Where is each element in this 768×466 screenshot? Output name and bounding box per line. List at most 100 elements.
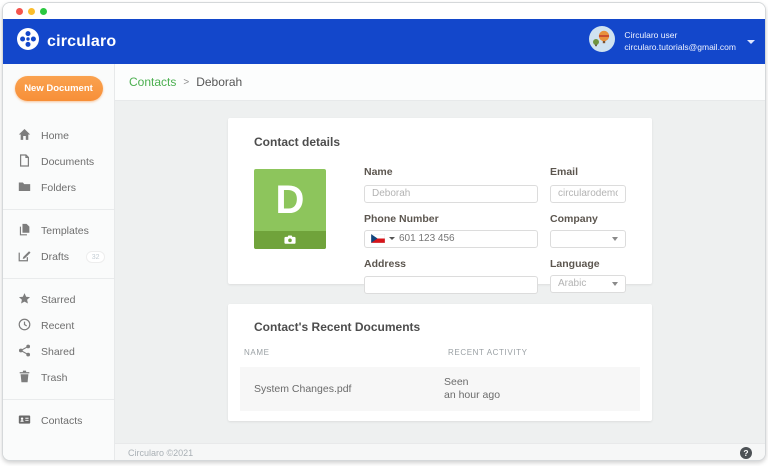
contact-details-title: Contact details [254, 135, 626, 149]
language-select[interactable]: Arabic [550, 275, 626, 293]
phone-label: Phone Number [364, 213, 538, 225]
sidebar-divider [3, 209, 114, 210]
new-document-button[interactable]: New Document [15, 76, 103, 101]
phone-field[interactable] [364, 230, 538, 248]
column-header-recent-activity: RECENT ACTIVITY [448, 348, 528, 357]
chevron-down-icon [612, 237, 618, 241]
table-row[interactable]: System Changes.pdf Seen an hour ago [240, 367, 640, 411]
company-field-group: Company [550, 213, 626, 248]
recent-documents-card: Contact's Recent Documents NAME RECENT A… [228, 304, 652, 421]
camera-icon [284, 231, 296, 249]
breadcrumb-contacts-link[interactable]: Contacts [129, 75, 176, 89]
brand-logo[interactable]: circularo [17, 28, 116, 55]
recent-documents-title: Contact's Recent Documents [228, 320, 652, 334]
copyright-text: Circularo ©2021 [128, 448, 193, 458]
contact-details-card: Contact details D Name [228, 118, 652, 284]
breadcrumb-separator: > [183, 77, 189, 88]
maximize-window-button[interactable] [40, 8, 47, 15]
document-icon [18, 154, 31, 170]
name-field-group: Name [364, 166, 538, 203]
breadcrumb: Contacts > Deborah [115, 64, 765, 101]
language-label: Language [550, 258, 626, 270]
contact-form: Name Email Phone Number [364, 166, 626, 294]
app-header: circularo Circularo user [3, 19, 765, 64]
folder-icon [18, 180, 31, 196]
footer: Circularo ©2021 ? [115, 443, 765, 461]
share-icon [18, 344, 31, 360]
trash-icon [18, 370, 31, 386]
sidebar-item-home[interactable]: Home [3, 123, 114, 149]
company-select[interactable] [550, 230, 626, 248]
home-icon [18, 128, 31, 144]
sidebar-item-documents[interactable]: Documents [3, 149, 114, 175]
avatar-camera-strip[interactable] [254, 231, 326, 249]
circularo-logo-icon [17, 28, 39, 55]
user-email: circularo.tutorials@gmail.com [624, 42, 736, 53]
user-info: Circularo user circularo.tutorials@gmail… [624, 30, 736, 52]
phone-field-group: Phone Number [364, 213, 538, 248]
language-value: Arabic [558, 278, 612, 289]
clock-icon [18, 318, 31, 334]
document-name: System Changes.pdf [240, 383, 444, 395]
activity-status: Seen [444, 376, 500, 389]
sidebar-item-label: Documents [41, 156, 94, 168]
contacts-icon [18, 413, 31, 429]
address-field-group: Address [364, 258, 538, 295]
sidebar-item-folders[interactable]: Folders [3, 175, 114, 201]
contact-avatar-letter: D [254, 169, 326, 231]
sidebar-item-drafts[interactable]: Drafts 32 [3, 244, 114, 270]
window-titlebar [3, 3, 765, 19]
close-window-button[interactable] [16, 8, 23, 15]
app-body: New Document Home Documents Folders [3, 64, 765, 461]
sidebar-item-label: Templates [41, 225, 89, 237]
sidebar-item-label: Recent [41, 320, 74, 332]
sidebar-divider [3, 399, 114, 400]
contact-avatar[interactable]: D [254, 169, 326, 249]
flag-dropdown-caret-icon [389, 237, 395, 240]
phone-input[interactable] [399, 233, 531, 244]
document-activity: Seen an hour ago [444, 376, 500, 402]
user-avatar [589, 26, 615, 57]
help-button[interactable]: ? [740, 447, 752, 459]
sidebar-item-label: Trash [41, 372, 67, 384]
breadcrumb-current: Deborah [196, 75, 242, 89]
sidebar-divider [3, 278, 114, 279]
company-label: Company [550, 213, 626, 225]
name-field[interactable] [364, 185, 538, 203]
sidebar-item-label: Contacts [41, 415, 82, 427]
sidebar-item-label: Drafts [41, 251, 69, 263]
czech-flag-icon[interactable] [371, 230, 385, 248]
language-field-group: Language Arabic [550, 258, 626, 295]
address-label: Address [364, 258, 538, 270]
templates-icon [18, 223, 31, 239]
sidebar-nav: Home Documents Folders Templates [3, 123, 114, 434]
user-menu[interactable]: Circularo user circularo.tutorials@gmail… [589, 26, 755, 57]
star-icon [18, 292, 31, 308]
chevron-down-icon [612, 282, 618, 286]
sidebar-item-label: Starred [41, 294, 75, 306]
drafts-icon [18, 249, 31, 265]
email-field[interactable] [550, 185, 626, 203]
minimize-window-button[interactable] [28, 8, 35, 15]
sidebar-item-templates[interactable]: Templates [3, 218, 114, 244]
sidebar-item-label: Home [41, 130, 69, 142]
brand-name: circularo [47, 33, 116, 51]
sidebar: New Document Home Documents Folders [3, 64, 115, 461]
activity-time: an hour ago [444, 389, 500, 402]
email-label: Email [550, 166, 626, 178]
sidebar-item-starred[interactable]: Starred [3, 287, 114, 313]
main-area: Contacts > Deborah Contact details D [115, 64, 765, 461]
sidebar-item-label: Shared [41, 346, 75, 358]
sidebar-item-shared[interactable]: Shared [3, 339, 114, 365]
user-name: Circularo user [624, 30, 736, 41]
address-field[interactable] [364, 276, 538, 294]
email-field-group: Email [550, 166, 626, 203]
sidebar-item-label: Folders [41, 182, 76, 194]
chevron-down-icon [747, 40, 755, 44]
column-header-name: NAME [244, 348, 448, 357]
app-window: circularo Circularo user [2, 2, 766, 461]
sidebar-item-contacts[interactable]: Contacts [3, 408, 114, 434]
sidebar-item-trash[interactable]: Trash [3, 365, 114, 391]
table-header: NAME RECENT ACTIVITY [228, 334, 652, 367]
sidebar-item-recent[interactable]: Recent [3, 313, 114, 339]
